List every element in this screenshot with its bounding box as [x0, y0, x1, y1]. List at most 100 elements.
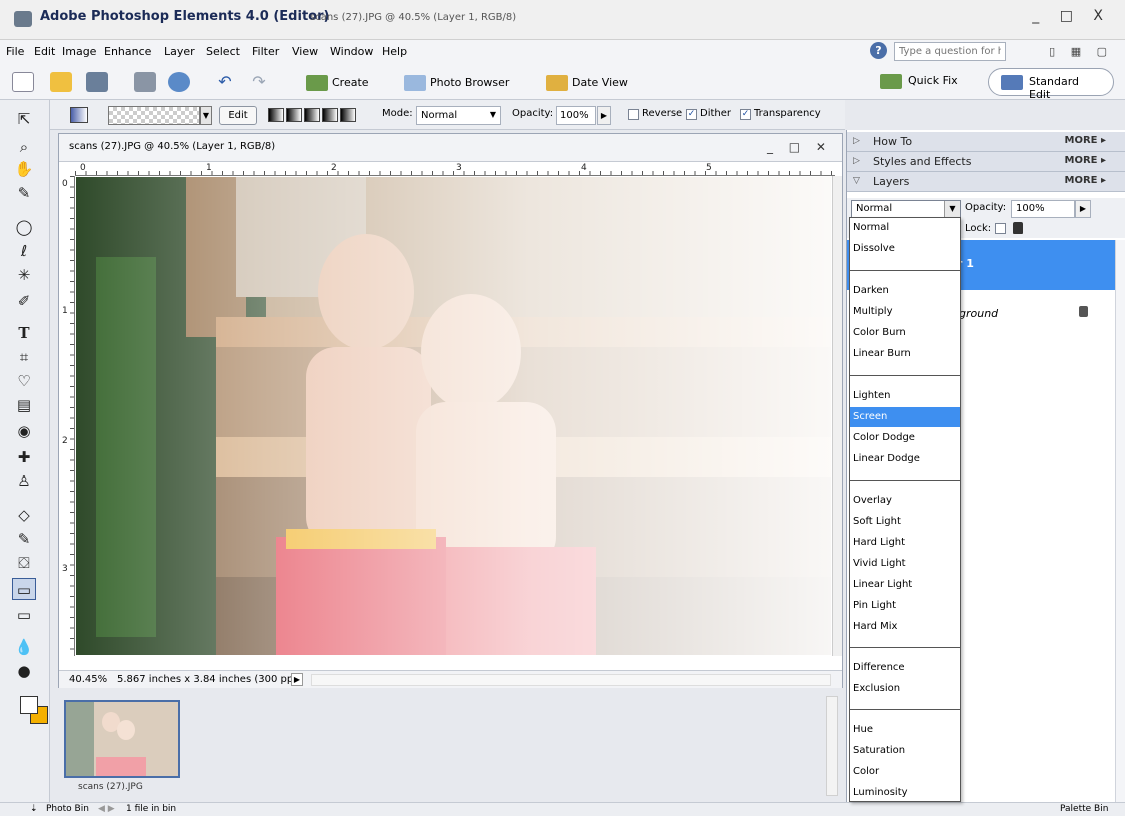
blend-option-difference[interactable]: Difference	[850, 658, 960, 678]
blend-option-darken[interactable]: Darken	[850, 281, 960, 301]
palette-more-button[interactable]: MORE ▸	[1065, 175, 1107, 186]
photo-thumbnail[interactable]	[64, 700, 180, 778]
photo-bin-scrollbar[interactable]	[826, 696, 838, 796]
photo-browser-button[interactable]: Photo Browser	[404, 75, 509, 91]
marquee-tool-icon[interactable]: ◯	[12, 216, 36, 238]
hand-tool-icon[interactable]: ✋	[12, 158, 36, 180]
help-search-input[interactable]	[894, 42, 1006, 61]
date-view-button[interactable]: Date View	[546, 75, 628, 91]
clone-stamp-tool-icon[interactable]: ♙	[12, 470, 36, 492]
lasso-tool-icon[interactable]: ℓ	[12, 240, 36, 262]
blur-tool-icon[interactable]: 💧	[12, 636, 36, 658]
blend-option-color-dodge[interactable]: Color Dodge	[850, 428, 960, 448]
opacity-input[interactable]: 100%	[556, 106, 596, 125]
gradient-preview[interactable]	[108, 106, 200, 125]
menu-edit[interactable]: Edit	[34, 45, 55, 58]
lock-transparency-checkbox[interactable]	[995, 223, 1006, 234]
status-menu-arrow[interactable]: ▶	[291, 673, 303, 686]
reverse-checkbox[interactable]	[628, 109, 639, 120]
lock-icon[interactable]	[1013, 222, 1023, 234]
print-icon[interactable]	[134, 72, 156, 92]
photo-bin-label[interactable]: Photo Bin	[46, 804, 89, 814]
transparency-checkbox[interactable]: ✓	[740, 109, 751, 120]
blend-option-exclusion[interactable]: Exclusion	[850, 679, 960, 699]
gradient-tool-active-icon[interactable]: ▭	[12, 578, 36, 600]
menu-image[interactable]: Image	[62, 45, 96, 58]
mode-select[interactable]: Normal ▼	[416, 106, 501, 125]
new-file-icon[interactable]	[12, 72, 34, 92]
blend-option-multiply[interactable]: Multiply	[850, 302, 960, 322]
help-icon[interactable]: ?	[870, 42, 887, 59]
blend-option-lighten[interactable]: Lighten	[850, 386, 960, 406]
magic-wand-tool-icon[interactable]: ✳	[12, 264, 36, 286]
quick-fix-button[interactable]: Quick Fix	[868, 68, 978, 96]
palette-more-button[interactable]: MORE ▸	[1065, 155, 1107, 166]
move-tool-icon[interactable]: ⇱	[12, 108, 36, 130]
undo-icon[interactable]: ↶	[214, 72, 236, 92]
share-icon[interactable]	[168, 72, 190, 92]
save-icon[interactable]	[86, 72, 108, 92]
opacity-slider-arrow[interactable]: ▶	[597, 106, 611, 125]
layers-scrollbar[interactable]	[1115, 240, 1125, 802]
photo-canvas[interactable]	[76, 177, 831, 655]
open-folder-icon[interactable]	[50, 72, 72, 92]
dither-checkbox[interactable]: ✓	[686, 109, 697, 120]
blend-option-screen[interactable]: Screen	[850, 407, 960, 427]
gradient-type-buttons[interactable]	[268, 108, 358, 123]
blend-option-pin-light[interactable]: Pin Light	[850, 596, 960, 616]
palette-styles-and-effects[interactable]: ▷ Styles and Effects MORE ▸	[847, 152, 1125, 172]
photo-bin-toggle-icon[interactable]: ⇣	[30, 804, 38, 814]
blend-option-saturation[interactable]: Saturation	[850, 741, 960, 761]
blend-option-normal[interactable]: Normal	[850, 218, 960, 238]
document-horizontal-scrollbar[interactable]	[311, 674, 831, 686]
blend-option-color-burn[interactable]: Color Burn	[850, 323, 960, 343]
menu-layer[interactable]: Layer	[164, 45, 195, 58]
document-window-controls[interactable]: _ □ ✕	[767, 140, 832, 154]
crop-tool-icon[interactable]: ⌗	[12, 346, 36, 368]
straighten-tool-icon[interactable]: ▤	[12, 394, 36, 416]
gradient-picker-dropdown[interactable]: ▼	[200, 106, 212, 125]
edit-gradient-button[interactable]: Edit	[219, 106, 257, 125]
blend-option-overlay[interactable]: Overlay	[850, 491, 960, 511]
create-button[interactable]: Create	[306, 75, 369, 91]
selection-brush-tool-icon[interactable]: ✐	[12, 290, 36, 312]
menu-filter[interactable]: Filter	[252, 45, 279, 58]
menu-view[interactable]: View	[292, 45, 318, 58]
layer-opacity-input[interactable]: 100%	[1011, 200, 1075, 218]
blend-option-dissolve[interactable]: Dissolve	[850, 239, 960, 259]
blend-option-hard-mix[interactable]: Hard Mix	[850, 617, 960, 637]
palette-layers[interactable]: ▽ Layers MORE ▸	[847, 172, 1125, 192]
standard-edit-button[interactable]: Standard Edit	[988, 68, 1114, 101]
layer-blend-mode-select[interactable]: Normal ▼	[851, 200, 961, 218]
blend-option-linear-burn[interactable]: Linear Burn	[850, 344, 960, 364]
sponge-tool-icon[interactable]: ●	[12, 660, 36, 682]
zoom-tool-icon[interactable]: ⌕	[12, 136, 36, 158]
menu-file[interactable]: File	[6, 45, 24, 58]
blend-option-linear-light[interactable]: Linear Light	[850, 575, 960, 595]
zoom-level[interactable]: 40.45%	[69, 674, 107, 685]
eyedropper-tool-icon[interactable]: ✎	[12, 182, 36, 204]
blend-option-vivid-light[interactable]: Vivid Light	[850, 554, 960, 574]
palette-how-to[interactable]: ▷ How To MORE ▸	[847, 132, 1125, 152]
healing-brush-tool-icon[interactable]: ✚	[12, 446, 36, 468]
red-eye-tool-icon[interactable]: ◉	[12, 420, 36, 442]
palette-more-button[interactable]: MORE ▸	[1065, 135, 1107, 146]
blend-option-soft-light[interactable]: Soft Light	[850, 512, 960, 532]
cookie-cutter-tool-icon[interactable]: ♡	[12, 370, 36, 392]
menu-select[interactable]: Select	[206, 45, 240, 58]
brush-tool-icon[interactable]: ✎	[12, 528, 36, 550]
blend-option-color[interactable]: Color	[850, 762, 960, 782]
window-controls[interactable]: _ □ X	[1032, 8, 1111, 24]
paint-bucket-tool-icon[interactable]: ⛋	[12, 552, 36, 574]
shape-tool-icon[interactable]: ▭	[12, 604, 36, 626]
redo-icon[interactable]: ↷	[248, 72, 270, 92]
menu-window[interactable]: Window	[330, 45, 373, 58]
bin-nav-arrows-icon[interactable]: ◀ ▶	[98, 804, 115, 814]
blend-option-hard-light[interactable]: Hard Light	[850, 533, 960, 553]
palette-bin-toggle[interactable]: Palette Bin	[1060, 804, 1108, 814]
foreground-color-swatch[interactable]	[20, 696, 38, 714]
blend-option-hue[interactable]: Hue	[850, 720, 960, 740]
blend-option-luminosity[interactable]: Luminosity	[850, 783, 960, 803]
eraser-tool-icon[interactable]: ◇	[12, 504, 36, 526]
arrange-icons[interactable]: ▯ ▦ ▢	[1049, 45, 1113, 58]
